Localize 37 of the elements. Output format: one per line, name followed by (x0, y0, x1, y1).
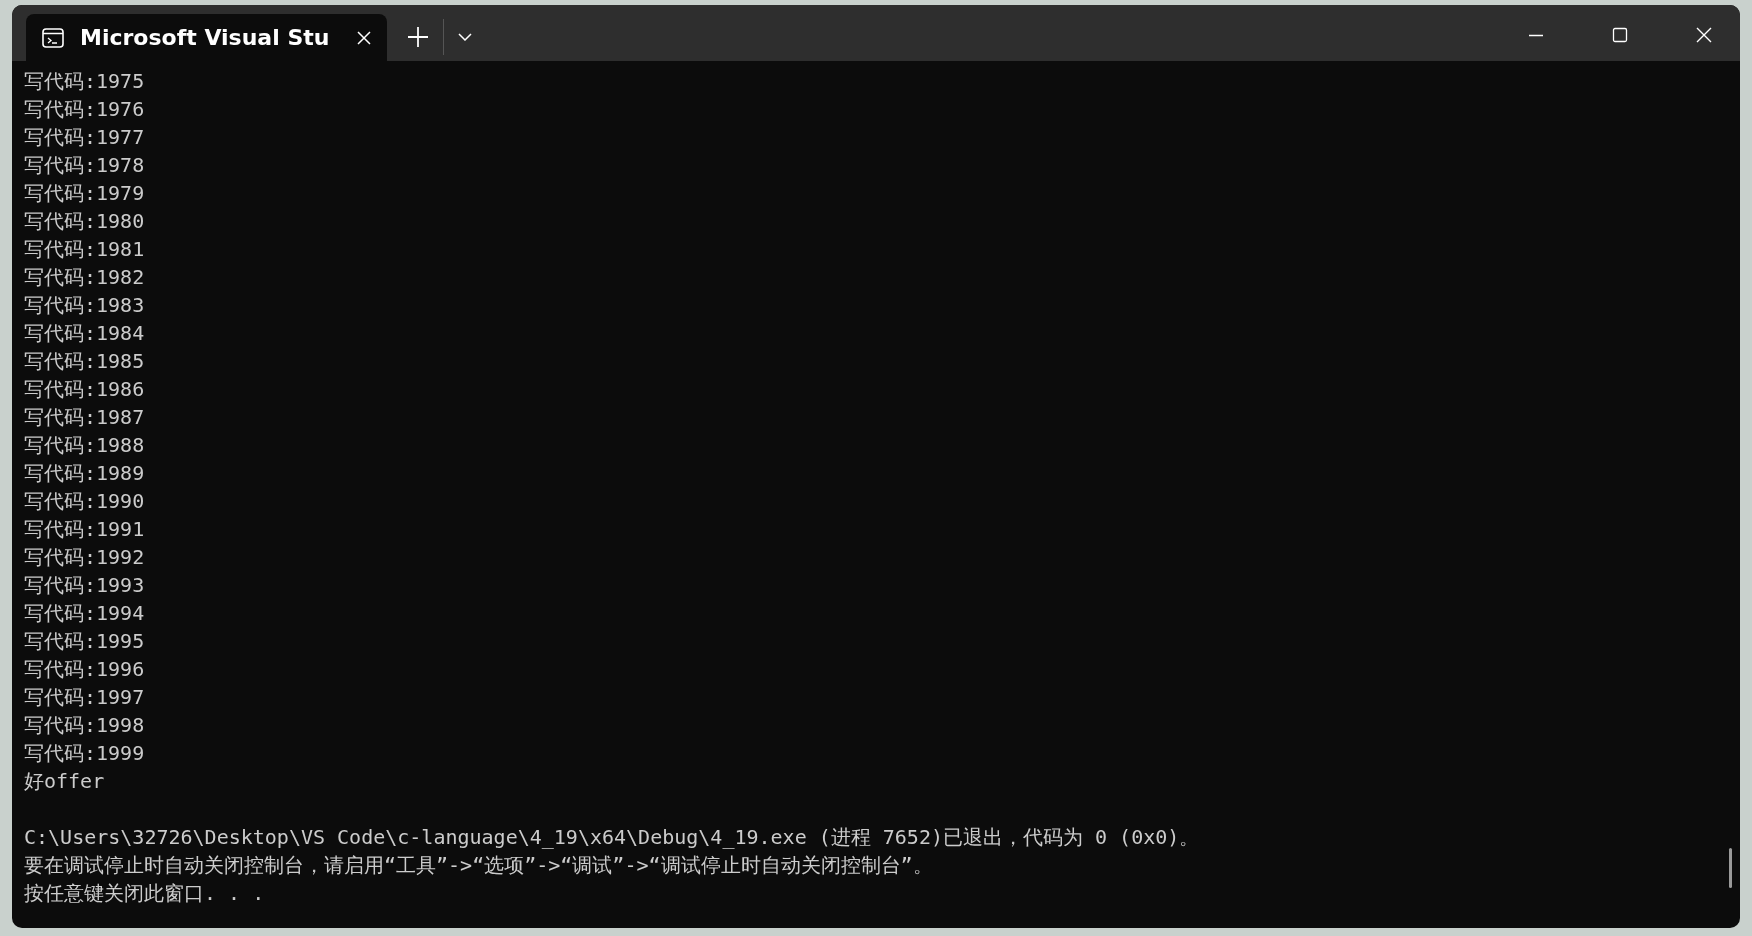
chevron-down-icon[interactable] (458, 33, 472, 41)
console-line: 写代码:1989 (24, 460, 146, 487)
maximize-icon[interactable] (1612, 27, 1628, 43)
console-line: 写代码:1978 (24, 152, 146, 179)
console-line: 写代码:1983 (24, 292, 146, 319)
plus-icon[interactable] (407, 26, 429, 48)
console-line: 写代码:1991 (24, 516, 146, 543)
console-line: 写代码:1997 (24, 684, 146, 711)
console-line: 写代码:1990 (24, 488, 146, 515)
console-line: 写代码:1992 (24, 544, 146, 571)
console-line: 要在调试停止时自动关闭控制台，请启用“工具”->“选项”->“调试”->“调试停止时自动关闭控制台”。 (24, 852, 934, 879)
console-line: 写代码:1999 (24, 740, 146, 767)
console-line: 写代码:1981 (24, 236, 146, 263)
console-line: 写代码:1977 (24, 124, 146, 151)
console-line: 写代码:1988 (24, 432, 146, 459)
console-line: 按任意键关闭此窗口. . . (24, 880, 266, 907)
close-icon[interactable] (357, 30, 371, 45)
console-line: 写代码:1985 (24, 348, 146, 375)
console-icon (42, 26, 64, 49)
console-line: 写代码:1979 (24, 180, 146, 207)
console-line: 写代码:1994 (24, 600, 146, 627)
scrollbar-thumb[interactable] (1729, 848, 1732, 888)
console-line: 写代码:1993 (24, 572, 146, 599)
console-line: 好offer (24, 768, 106, 795)
console-line: 写代码:1984 (24, 320, 146, 347)
console-line: 写代码:1987 (24, 404, 146, 431)
terminal-tab[interactable]: Microsoft Visual Stu (26, 14, 387, 61)
console-line: C:\Users\32726\Desktop\VS Code\c-language\4_19\x64\Debug\4_19.exe (进程 7652)已退出，代码为 0 (0x0)。 (24, 824, 1201, 851)
console-line: 写代码:1982 (24, 264, 146, 291)
console-line: 写代码:1998 (24, 712, 146, 739)
console-line: 写代码:1975 (24, 68, 146, 95)
console-line: 写代码:1976 (24, 96, 146, 123)
console-line: 写代码:1986 (24, 376, 146, 403)
close-icon[interactable] (1696, 27, 1712, 43)
console-line: 写代码:1995 (24, 628, 146, 655)
console-line: 写代码:1980 (24, 208, 146, 235)
console-line: 写代码:1996 (24, 656, 146, 683)
